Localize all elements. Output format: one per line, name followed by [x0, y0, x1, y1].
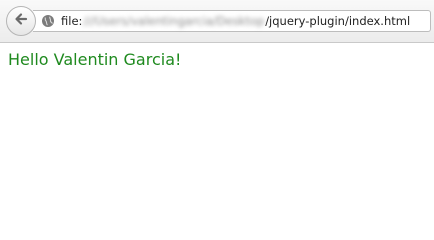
globe-icon — [41, 14, 55, 28]
url-prefix: file: — [61, 14, 83, 28]
url-path: /jquery-plugin/index.html — [265, 14, 411, 28]
browser-toolbar: file:///Users/valentingarcia/Desktop/jqu… — [0, 0, 434, 43]
back-button[interactable] — [6, 6, 36, 36]
address-bar[interactable]: file:///Users/valentingarcia/Desktop/jqu… — [33, 10, 431, 32]
back-arrow-icon — [13, 11, 29, 31]
url-obscured-path: ///Users/valentingarcia/Desktop — [83, 14, 265, 28]
url-text: file:///Users/valentingarcia/Desktop/jqu… — [61, 14, 410, 28]
greeting-text: Hello Valentin Garcia! — [8, 50, 182, 69]
